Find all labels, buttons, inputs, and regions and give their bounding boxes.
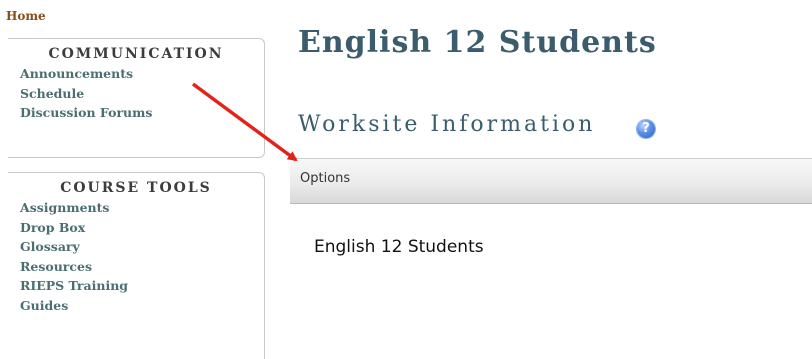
- nav-item-discussion-forums[interactable]: Discussion Forums: [20, 103, 264, 123]
- course-tools-heading: COURSE TOOLS: [60, 180, 212, 196]
- home-link[interactable]: Home: [6, 9, 46, 23]
- nav-item-announcements[interactable]: Announcements: [20, 64, 264, 84]
- options-link[interactable]: Options: [300, 171, 350, 186]
- nav-item-schedule[interactable]: Schedule: [20, 84, 264, 104]
- tool-title: Worksite Information: [298, 112, 596, 137]
- nav-item-glossary[interactable]: Glossary: [20, 237, 264, 257]
- nav-item-guides[interactable]: Guides: [20, 296, 264, 316]
- help-icon[interactable]: ?: [637, 120, 655, 138]
- course-tools-nav-box: COURSE TOOLS Assignments Drop Box Glossa…: [8, 172, 265, 359]
- nav-item-resources[interactable]: Resources: [20, 257, 264, 277]
- nav-item-assignments[interactable]: Assignments: [20, 198, 264, 218]
- nav-item-drop-box[interactable]: Drop Box: [20, 218, 264, 238]
- communication-heading: COMMUNICATION: [48, 46, 224, 62]
- nav-item-rieps-training[interactable]: RIEPS Training: [20, 276, 264, 296]
- communication-nav-box: COMMUNICATION Announcements Schedule Dis…: [8, 38, 265, 158]
- site-description: English 12 Students: [314, 237, 484, 257]
- options-bar: Options: [290, 158, 812, 204]
- site-title: English 12 Students: [298, 25, 657, 60]
